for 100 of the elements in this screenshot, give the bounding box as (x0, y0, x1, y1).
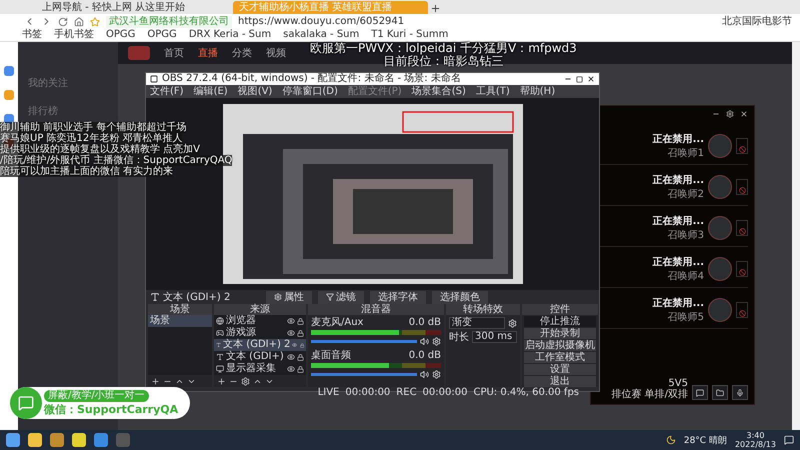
toolbar-button[interactable]: 选择字体 (370, 290, 426, 304)
add-icon[interactable] (151, 376, 160, 386)
settings-icon[interactable] (241, 376, 250, 386)
live-time: 00:00:00 (345, 387, 390, 398)
duration-label: 时长 (449, 332, 469, 342)
bookmark-link[interactable]: OPGG (147, 29, 177, 41)
eye-icon[interactable] (292, 341, 298, 349)
star-icon[interactable] (90, 16, 100, 26)
control-button[interactable]: 开始录制 (524, 328, 596, 339)
settings-icon[interactable] (508, 318, 517, 328)
control-button[interactable]: 设置 (524, 364, 596, 375)
eye-icon[interactable] (287, 329, 295, 337)
home-icon[interactable] (74, 16, 84, 26)
menu-item[interactable]: 视图(V) (238, 85, 272, 98)
menu-item[interactable]: 场景集合(S) (412, 85, 466, 98)
news-link[interactable]: 北京国际电影节 (722, 16, 792, 28)
bookmark-link[interactable]: 书签 (22, 29, 42, 41)
overlay-text: 御川辅助 前职业选手 每个辅助都超过千场 (0, 122, 186, 133)
source-item[interactable]: 显示器采集 (214, 363, 306, 375)
overlay-title: 目前段位：暗影岛钻三 (383, 55, 504, 68)
nav-link[interactable]: 分类 (232, 46, 252, 60)
bookmark-link[interactable]: T1 Kuri - Summ (371, 29, 448, 41)
control-button[interactable]: 停止推流 (524, 316, 596, 327)
maximize-icon[interactable] (576, 76, 583, 82)
filter-icon (326, 293, 334, 301)
player-status: 正在禁用... (652, 214, 704, 228)
ban-icon (738, 146, 746, 153)
menu-item[interactable]: 帮助(H) (520, 85, 556, 98)
chat-icon (696, 388, 704, 396)
nav-link[interactable]: 首页 (164, 46, 184, 60)
avatar (708, 175, 732, 199)
panel-title: 场景 (148, 304, 212, 315)
toolbar-button[interactable]: 选择颜色 (432, 290, 488, 304)
avatar (708, 216, 732, 240)
taskbar-icon[interactable] (94, 433, 108, 447)
reload-icon[interactable] (58, 16, 68, 26)
eye-icon[interactable] (287, 317, 295, 325)
lock-icon[interactable] (297, 330, 304, 336)
settings-icon[interactable] (432, 370, 441, 379)
chat-button[interactable] (692, 385, 708, 400)
speaker-icon[interactable] (420, 337, 429, 346)
source-item[interactable]: 游戏源 (214, 327, 306, 339)
close-icon[interactable] (587, 75, 595, 83)
taskbar-icon[interactable] (50, 433, 64, 447)
bookmark-link[interactable]: sakalaka - Sum (283, 29, 360, 41)
settings-icon[interactable] (432, 337, 441, 346)
source-item[interactable]: 浏览器 (214, 315, 306, 327)
notifications-icon[interactable] (784, 435, 794, 445)
new-tab-icon[interactable] (430, 3, 441, 14)
channel-reading: 0.0 dB (408, 350, 441, 361)
folder-button[interactable] (712, 385, 728, 400)
scene-item[interactable]: 场景 (148, 315, 212, 327)
mic-icon (736, 388, 744, 396)
add-icon[interactable] (217, 376, 226, 386)
menu-item[interactable]: 工具(T) (476, 85, 510, 98)
start-icon[interactable] (6, 433, 20, 447)
nav-link[interactable]: 视频 (266, 46, 286, 60)
text-icon (150, 292, 160, 302)
menu-item[interactable]: 编辑(E) (194, 85, 228, 98)
clock-date: 2022/8/13 (734, 440, 776, 449)
control-button[interactable]: 启动虚拟摄像机 (524, 340, 596, 351)
settings-icon[interactable] (726, 110, 734, 118)
duration-field[interactable]: 300 ms (472, 331, 517, 343)
control-button[interactable]: 退出 (524, 376, 596, 387)
bookmark-link[interactable]: OPGG (106, 29, 136, 41)
url-field[interactable]: https://www.douyu.com/6052941 (238, 16, 716, 28)
avatar (708, 134, 732, 158)
mic-button[interactable] (732, 385, 748, 400)
player-status: 正在禁用... (652, 174, 704, 187)
close-icon[interactable] (740, 110, 748, 118)
channel-reading: 0.0 dB (408, 317, 441, 328)
lock-icon[interactable] (297, 354, 304, 360)
toolbar-button[interactable]: 属性 (266, 290, 312, 304)
lock-icon[interactable] (297, 366, 304, 372)
bookmark-link[interactable]: 手机书签 (54, 29, 94, 41)
scrollbar[interactable] (792, 42, 800, 430)
menu-item[interactable]: 停靠窗口(D) (282, 85, 338, 98)
toolbar-button[interactable]: 滤镜 (318, 290, 364, 304)
source-item[interactable]: 文本 (GDI+) 2 (214, 339, 306, 351)
transition-select[interactable]: 渐变 (449, 317, 505, 329)
taskbar-icon[interactable] (72, 433, 86, 447)
menu-item[interactable]: 文件(F) (150, 85, 184, 98)
clock-time: 3:40 (746, 431, 764, 440)
player-status: 正在禁用... (652, 132, 704, 146)
lock-icon[interactable] (297, 318, 304, 324)
nav-link[interactable]: 直播 (198, 46, 218, 60)
volume-slider[interactable] (311, 373, 417, 376)
game-mode: 5V5 (668, 378, 688, 389)
volume-slider[interactable] (311, 340, 417, 343)
bookmark-link[interactable]: DRX Keria - Sum (188, 29, 272, 41)
ban-icon (738, 269, 746, 276)
gear-icon (274, 293, 282, 301)
speaker-icon[interactable] (420, 370, 429, 379)
eye-icon[interactable] (287, 353, 295, 361)
taskbar-icon[interactable] (28, 433, 42, 447)
monitor-icon (216, 365, 224, 373)
player-name: 召唤师4 (668, 270, 704, 283)
control-button[interactable]: 工作室模式 (524, 352, 596, 363)
eye-icon[interactable] (287, 365, 295, 373)
source-item[interactable]: 文本 (GDI+) (214, 351, 306, 363)
